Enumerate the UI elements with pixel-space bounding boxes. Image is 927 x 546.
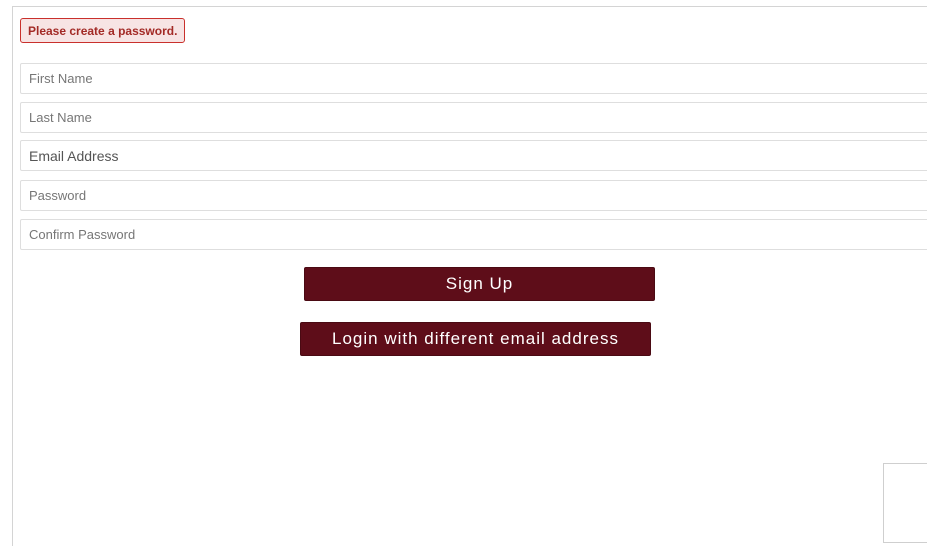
password-error-message: Please create a password.: [20, 18, 186, 43]
corner-widget-box: [883, 463, 927, 543]
confirm-password-field[interactable]: [20, 219, 927, 250]
last-name-field[interactable]: [20, 102, 927, 133]
sign-up-button[interactable]: Sign Up: [304, 267, 655, 301]
email-field[interactable]: [20, 140, 927, 171]
first-name-field[interactable]: [20, 63, 927, 94]
password-field[interactable]: [20, 180, 927, 211]
login-different-email-button[interactable]: Login with different email address: [300, 322, 651, 356]
